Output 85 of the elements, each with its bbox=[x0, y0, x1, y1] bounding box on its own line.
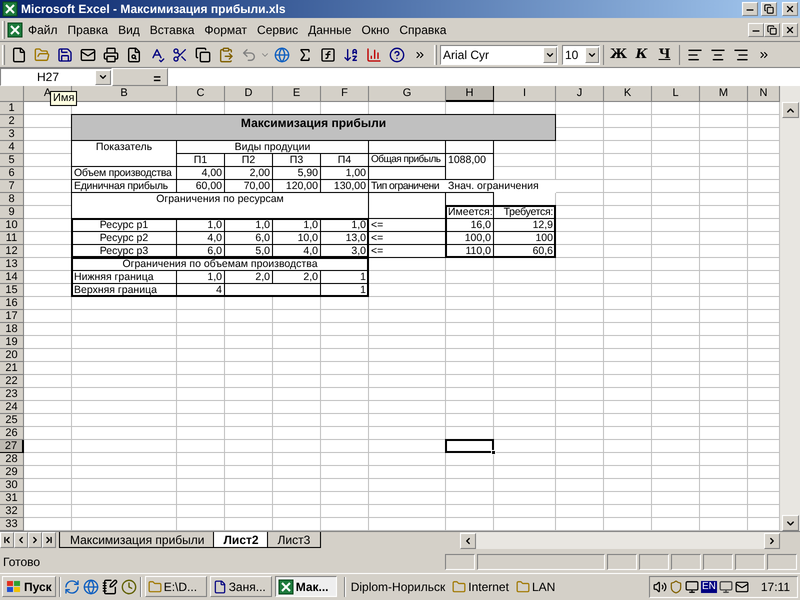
menu-item[interactable]: Формат bbox=[199, 20, 252, 38]
row-header[interactable]: 6 bbox=[0, 167, 24, 180]
row-header[interactable]: 16 bbox=[0, 297, 24, 310]
row-header[interactable]: 30 bbox=[0, 479, 24, 492]
name-box[interactable]: H27 bbox=[0, 68, 112, 86]
status-text: Готово bbox=[3, 554, 42, 570]
row-header[interactable]: 32 bbox=[0, 505, 24, 518]
row-header[interactable]: 8 bbox=[0, 193, 24, 206]
column-header[interactable]: F bbox=[321, 86, 369, 102]
sheet-title: Максимизация прибыли bbox=[71, 114, 556, 141]
format-button[interactable]: Ч bbox=[653, 44, 676, 66]
table-cell: Общая прибыль bbox=[368, 153, 446, 167]
column-header[interactable]: I bbox=[494, 86, 556, 102]
taskbar-button[interactable]: Мак... bbox=[274, 576, 337, 597]
row-header[interactable]: 25 bbox=[0, 414, 24, 427]
column-header[interactable]: J bbox=[556, 86, 604, 102]
equals-button[interactable]: = bbox=[112, 68, 168, 86]
row-header[interactable]: 29 bbox=[0, 466, 24, 479]
table-cell: Знач. ограничения bbox=[446, 180, 556, 193]
clock-text: 17:11 bbox=[760, 578, 790, 596]
size-select[interactable]: 10 bbox=[562, 44, 600, 64]
row-header[interactable]: 13 bbox=[0, 258, 24, 271]
row-header[interactable]: 2 bbox=[0, 115, 24, 128]
sheet-tab[interactable]: Лист3 bbox=[266, 532, 322, 548]
row-header[interactable]: 12 bbox=[0, 245, 24, 258]
sheet-tab[interactable]: Максимизация прибыли bbox=[59, 532, 216, 548]
row-header[interactable]: 9 bbox=[0, 206, 24, 219]
row-header[interactable]: 17 bbox=[0, 310, 24, 323]
column-header[interactable]: K bbox=[604, 86, 652, 102]
row-header[interactable]: 18 bbox=[0, 323, 24, 336]
column-header[interactable]: G bbox=[369, 86, 446, 102]
row-header[interactable]: 20 bbox=[0, 349, 24, 362]
row-header[interactable]: 14 bbox=[0, 271, 24, 284]
format-button[interactable]: Ж bbox=[607, 44, 630, 66]
row-header[interactable]: 4 bbox=[0, 141, 24, 154]
menu-item[interactable]: Справка bbox=[394, 20, 452, 38]
column-header[interactable]: D bbox=[225, 86, 273, 102]
row-header[interactable]: 26 bbox=[0, 427, 24, 440]
toolbar-link[interactable]: Diplom-Норильск bbox=[348, 578, 448, 596]
menu-item[interactable]: Вставка bbox=[144, 20, 200, 38]
row-header[interactable]: 33 bbox=[0, 518, 24, 531]
row-header[interactable]: 7 bbox=[0, 180, 24, 193]
row-header[interactable]: 22 bbox=[0, 375, 24, 388]
menu-item[interactable]: Файл bbox=[23, 20, 63, 38]
row-header[interactable]: 10 bbox=[0, 219, 24, 232]
column-header[interactable]: M bbox=[700, 86, 748, 102]
toolbar-link[interactable]: LAN bbox=[514, 578, 558, 596]
language-indicator[interactable]: EN bbox=[700, 580, 717, 592]
row-header[interactable]: 24 bbox=[0, 401, 24, 414]
menu-item[interactable]: Сервис bbox=[252, 20, 304, 38]
table-cell: Тип ограничени bbox=[369, 180, 446, 193]
menu-item[interactable]: Вид bbox=[113, 20, 145, 38]
font-select[interactable]: Arial Cyr bbox=[440, 44, 558, 64]
toolbar-link[interactable]: Internet bbox=[450, 578, 511, 596]
column-header[interactable]: C bbox=[177, 86, 225, 102]
row-header[interactable]: 31 bbox=[0, 492, 24, 505]
menu-item[interactable]: Данные bbox=[303, 20, 356, 38]
menu-item[interactable]: Правка bbox=[62, 20, 114, 38]
table-cell: Показатель bbox=[71, 140, 177, 167]
row-header[interactable]: 5 bbox=[0, 154, 24, 167]
row-header[interactable]: 1 bbox=[0, 102, 24, 115]
format-button[interactable]: К bbox=[630, 44, 653, 66]
table-cell: 1088,00 bbox=[445, 153, 494, 180]
row-header[interactable]: 27 bbox=[0, 440, 24, 453]
sheet-tab[interactable]: Лист2 bbox=[212, 532, 270, 548]
row-header[interactable]: 11 bbox=[0, 232, 24, 245]
taskbar-button[interactable]: E:\D... bbox=[144, 576, 207, 597]
window-title: Microsoft Excel - Максимизация прибыли.xls bbox=[21, 1, 287, 18]
row-header[interactable]: 23 bbox=[0, 388, 24, 401]
row-header[interactable]: 15 bbox=[0, 284, 24, 297]
menu-item[interactable]: Окно bbox=[356, 20, 394, 38]
taskbar-button[interactable]: Заня... bbox=[210, 576, 272, 597]
column-header[interactable]: H bbox=[446, 86, 494, 102]
table-cell: 2,0 bbox=[224, 270, 273, 284]
column-header[interactable]: N bbox=[748, 86, 780, 102]
table-cell: 2,0 bbox=[272, 270, 321, 284]
row-header[interactable]: 19 bbox=[0, 336, 24, 349]
row-header[interactable]: 21 bbox=[0, 362, 24, 375]
row-header[interactable]: 3 bbox=[0, 128, 24, 141]
row-header[interactable]: 28 bbox=[0, 453, 24, 466]
column-header[interactable]: L bbox=[652, 86, 700, 102]
tooltip: Имя bbox=[50, 91, 78, 106]
column-header[interactable]: E bbox=[273, 86, 321, 102]
table-cell: Ограничения по ресурсам bbox=[71, 192, 369, 219]
start-button[interactable]: Пуск bbox=[2, 576, 56, 597]
